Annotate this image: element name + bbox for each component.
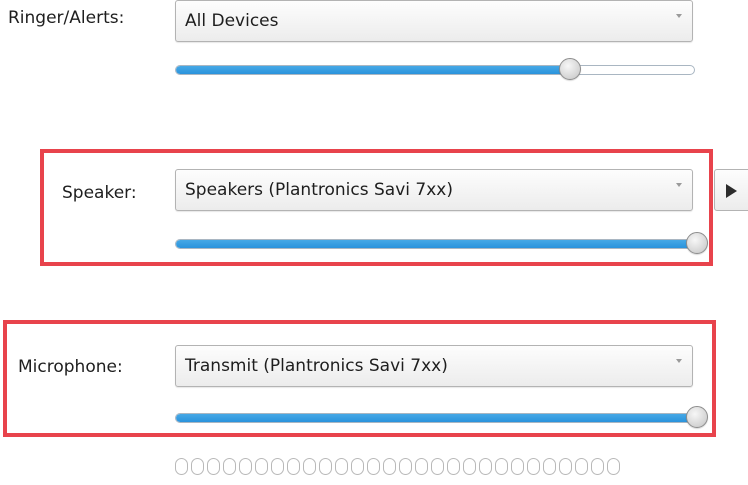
test-speaker-button[interactable] xyxy=(714,169,748,211)
meter-segment xyxy=(335,458,348,475)
slider-fill xyxy=(176,66,572,74)
meter-segment xyxy=(255,458,268,475)
meter-segment xyxy=(479,458,492,475)
slider-track xyxy=(175,239,697,249)
meter-segment xyxy=(303,458,316,475)
slider-thumb[interactable] xyxy=(559,58,582,80)
meter-segment xyxy=(367,458,380,475)
meter-segment xyxy=(591,458,604,475)
meter-segment xyxy=(239,458,252,475)
slider-thumb[interactable] xyxy=(686,406,708,428)
meter-segment xyxy=(287,458,300,475)
meter-segment xyxy=(383,458,396,475)
microphone-device-value: Transmit (Plantronics Savi 7xx) xyxy=(185,356,448,376)
meter-segment xyxy=(319,458,332,475)
ringer-label: Ringer/Alerts: xyxy=(8,8,125,28)
speaker-volume-slider[interactable] xyxy=(175,232,708,258)
slider-track xyxy=(175,65,695,75)
meter-segment xyxy=(223,458,236,475)
slider-fill xyxy=(176,414,696,422)
chevron-down-icon xyxy=(676,183,682,187)
microphone-label: Microphone: xyxy=(18,357,123,377)
meter-segment xyxy=(207,458,220,475)
ringer-device-dropdown[interactable]: All Devices xyxy=(175,0,693,42)
microphone-input-meter xyxy=(175,458,620,475)
meter-segment xyxy=(559,458,572,475)
slider-track xyxy=(175,413,697,423)
meter-segment xyxy=(415,458,428,475)
meter-segment xyxy=(431,458,444,475)
speaker-label: Speaker: xyxy=(62,183,137,203)
meter-segment xyxy=(527,458,540,475)
microphone-device-dropdown[interactable]: Transmit (Plantronics Savi 7xx) xyxy=(175,345,693,387)
meter-segment xyxy=(575,458,588,475)
chevron-down-icon xyxy=(676,359,682,363)
meter-segment xyxy=(447,458,460,475)
meter-segment xyxy=(191,458,204,475)
speaker-device-value: Speakers (Plantronics Savi 7xx) xyxy=(185,180,453,200)
meter-segment xyxy=(175,458,188,475)
meter-segment xyxy=(399,458,412,475)
meter-segment xyxy=(511,458,524,475)
meter-segment xyxy=(543,458,556,475)
meter-segment xyxy=(463,458,476,475)
speaker-device-dropdown[interactable]: Speakers (Plantronics Savi 7xx) xyxy=(175,169,693,211)
meter-segment xyxy=(607,458,620,475)
slider-fill xyxy=(176,240,696,248)
play-icon xyxy=(726,184,737,198)
slider-thumb[interactable] xyxy=(686,232,708,254)
microphone-volume-slider[interactable] xyxy=(175,406,708,432)
chevron-down-icon xyxy=(676,14,682,18)
ringer-volume-slider[interactable] xyxy=(175,58,695,84)
ringer-device-value: All Devices xyxy=(185,11,279,31)
meter-segment xyxy=(351,458,364,475)
meter-segment xyxy=(271,458,284,475)
meter-segment xyxy=(495,458,508,475)
